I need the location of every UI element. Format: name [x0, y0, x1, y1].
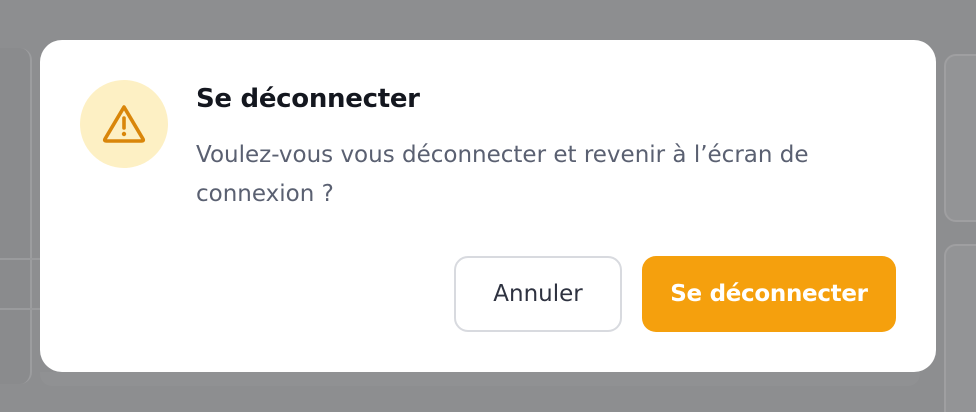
cancel-button[interactable]: Annuler — [454, 256, 622, 332]
background-divider — [0, 308, 40, 310]
dialog-message: Voulez-vous vous déconnecter et revenir … — [196, 142, 809, 207]
warning-triangle-icon — [102, 105, 146, 143]
background-panel-left — [0, 48, 32, 384]
dialog-title: Se déconnecter — [196, 84, 420, 114]
background-panel-right-bottom — [944, 244, 976, 412]
logout-confirm-button[interactable]: Se déconnecter — [642, 256, 896, 332]
logout-dialog: Se déconnecter Voulez-vous vous déconnec… — [40, 40, 936, 372]
background-card-edge — [40, 372, 920, 386]
background-divider — [0, 258, 40, 260]
warning-icon-badge — [80, 80, 168, 168]
background-panel-right-top — [944, 54, 976, 222]
